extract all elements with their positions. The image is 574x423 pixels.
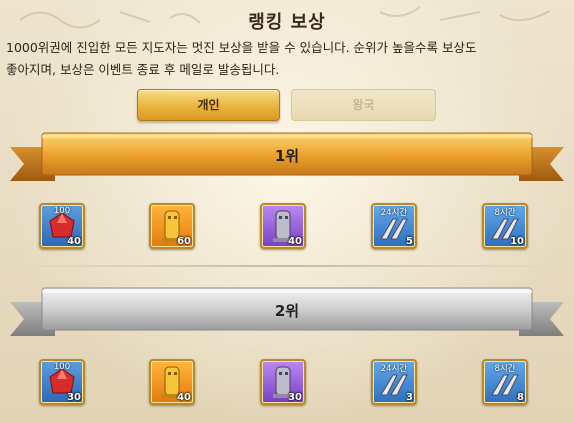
- reward-quantity: 40: [288, 236, 302, 247]
- reward-quantity: 60: [177, 236, 191, 247]
- reward-quantity: 3: [406, 392, 413, 403]
- reward-top-label: 100: [53, 362, 71, 372]
- reward-top-label: 8시간: [494, 208, 516, 218]
- ranking-reward-panel: 랭킹 보상 1000위권에 진입한 모든 지도자는 멋진 보상을 받을 수 있습…: [0, 0, 574, 423]
- section-divider: [18, 265, 556, 267]
- reward-top-label: 24시간: [380, 208, 408, 218]
- reward-speedup-24h-rank-2[interactable]: 24시간 3: [371, 359, 417, 405]
- rank-2-label: 2위: [274, 302, 300, 320]
- description-line-1: 1000위권에 진입한 모든 지도자는 멋진 보상을 받을 수 있습니다. 순위…: [6, 40, 477, 55]
- reward-quantity: 8: [517, 392, 524, 403]
- reward-quantity: 40: [67, 236, 81, 247]
- reward-gold-statue-rank-1[interactable]: 60: [149, 203, 195, 249]
- tab-kingdom[interactable]: 왕국: [291, 89, 436, 121]
- reward-quantity: 10: [510, 236, 524, 247]
- reward-gold-statue-rank-2[interactable]: 40: [149, 359, 195, 405]
- reward-gem-rank-2[interactable]: 100 30: [39, 359, 85, 405]
- description-line-2: 좋아지며, 보상은 이벤트 종료 후 메일로 발송됩니다.: [6, 62, 280, 77]
- page-title: 랭킹 보상: [248, 12, 326, 33]
- tab-individual[interactable]: 개인: [137, 89, 280, 121]
- reward-quantity: 5: [406, 236, 413, 247]
- reward-top-label: 24시간: [380, 364, 408, 374]
- reward-top-label: 8시간: [494, 364, 516, 374]
- reward-quantity: 40: [177, 392, 191, 403]
- reward-speedup-8h-rank-1[interactable]: 8시간 10: [482, 203, 528, 249]
- reward-gem-rank-1[interactable]: 100 40: [39, 203, 85, 249]
- reward-quantity: 30: [288, 392, 302, 403]
- reward-top-label: 100: [53, 206, 71, 216]
- reward-speedup-24h-rank-1[interactable]: 24시간 5: [371, 203, 417, 249]
- reward-speedup-8h-rank-2[interactable]: 8시간 8: [482, 359, 528, 405]
- reward-quantity: 30: [67, 392, 81, 403]
- description: 1000위권에 진입한 모든 지도자는 멋진 보상을 받을 수 있습니다. 순위…: [6, 37, 566, 81]
- reward-purple-statue-rank-2[interactable]: 30: [260, 359, 306, 405]
- rank-1-label: 1위: [274, 147, 300, 165]
- reward-purple-statue-rank-1[interactable]: 40: [260, 203, 306, 249]
